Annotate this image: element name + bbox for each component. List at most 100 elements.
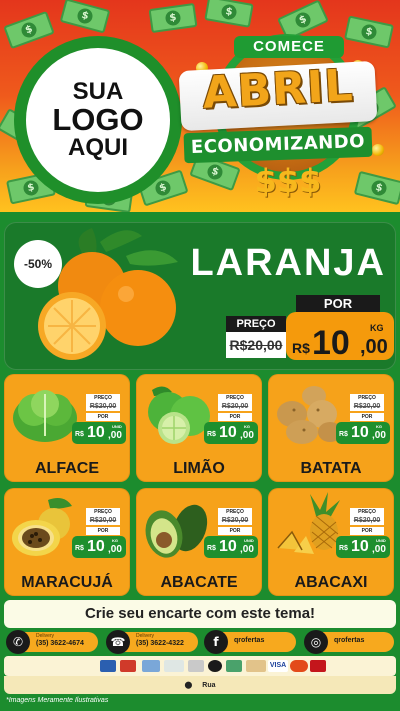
new-price: R$ 10 ,00 UNID bbox=[204, 536, 258, 558]
price-currency: R$ bbox=[75, 431, 84, 438]
contact-value: (35) 3622-4674 bbox=[36, 640, 84, 647]
price-cents: ,00 bbox=[360, 336, 388, 358]
address-bar: ⬤ Rua bbox=[4, 676, 396, 694]
badge-top-text: COMECE bbox=[234, 36, 344, 58]
whatsapp-icon: ✆ bbox=[6, 630, 30, 654]
logo-text-line3: AQUI bbox=[68, 133, 128, 161]
passion-fruit-icon bbox=[12, 498, 72, 556]
new-price: R$ 10 ,00 KG bbox=[72, 536, 126, 558]
price-cents: ,00 bbox=[240, 430, 254, 441]
product-name: ABACATE bbox=[160, 574, 238, 591]
ticket-icon bbox=[142, 660, 160, 672]
payment-methods: VISA bbox=[4, 656, 396, 676]
price-currency: R$ bbox=[292, 340, 310, 356]
contact-label: Delivery bbox=[136, 633, 155, 639]
money-bill-icon bbox=[3, 10, 55, 50]
price-main: 10 bbox=[351, 538, 369, 555]
product-name: ABACAXI bbox=[294, 574, 368, 591]
price-unit: KG bbox=[376, 424, 382, 429]
product-name: ALFACE bbox=[35, 460, 99, 477]
old-price: R$20,00 bbox=[226, 332, 286, 358]
hipercard-icon bbox=[310, 660, 326, 672]
price-unit: KG bbox=[370, 323, 384, 333]
product-card-limao: PREÇO R$20,00 POR R$ 10 ,00 KG LIMÃO bbox=[136, 374, 262, 482]
lime-icon bbox=[148, 386, 210, 444]
old-price-value: R$20,00 bbox=[86, 516, 120, 525]
product-name: BATATA bbox=[300, 460, 362, 477]
old-price-value: R$20,00 bbox=[229, 337, 283, 353]
product-card-batata: PREÇO R$20,00 POR R$ 10 ,00 KG BATATA bbox=[268, 374, 394, 482]
contact-value: (35) 3622-4322 bbox=[136, 640, 184, 647]
price-unit: UNID bbox=[376, 538, 386, 543]
visa-icon: VISA bbox=[268, 660, 288, 672]
phone-icon: ☎ bbox=[106, 630, 130, 654]
new-price-label: POR bbox=[296, 295, 380, 312]
alelo-icon bbox=[208, 660, 222, 672]
product-card-abacaxi: PREÇO R$20,00 POR R$ 10 ,00 UNID ABACAXI bbox=[268, 488, 394, 596]
badge-bottom-text: ECONOMIZANDO bbox=[183, 126, 373, 164]
old-price-label: PREÇO bbox=[86, 394, 120, 402]
price-currency: R$ bbox=[339, 545, 348, 552]
contact-whatsapp[interactable]: ✆ Delivery (35) 3622-4674 bbox=[6, 630, 98, 654]
pix-icon bbox=[164, 660, 184, 672]
new-price: R$ 10 ,00 KG bbox=[204, 422, 258, 444]
elo-icon bbox=[226, 660, 242, 672]
new-price-label: POR bbox=[86, 413, 120, 421]
facebook-icon: f bbox=[204, 630, 228, 654]
product-name: MARACUJÁ bbox=[21, 574, 113, 591]
card2-icon bbox=[188, 660, 204, 672]
new-price-label: POR bbox=[350, 527, 384, 535]
price-tag: PREÇO R$20,00 POR R$ 10 ,00 KG bbox=[204, 394, 258, 452]
promo-banner[interactable]: Crie seu encarte com este tema! bbox=[4, 600, 396, 628]
price-main: 10 bbox=[351, 424, 369, 441]
card3-icon bbox=[246, 660, 266, 672]
old-price-value: R$20,00 bbox=[218, 402, 252, 411]
badge-dollar-symbols: $$$ bbox=[254, 162, 322, 200]
contact-instagram[interactable]: ◎ qrofertas bbox=[304, 630, 394, 654]
map-pin-icon: ⬤ bbox=[184, 681, 193, 689]
price-unit: KG bbox=[244, 424, 250, 429]
product-card-abacate: PREÇO R$20,00 POR R$ 10 ,00 UNID ABACATE bbox=[136, 488, 262, 596]
old-price-value: R$20,00 bbox=[350, 402, 384, 411]
contact-value: qrofertas bbox=[234, 637, 265, 644]
old-price-label: PREÇO bbox=[86, 508, 120, 516]
price-cents: ,00 bbox=[240, 544, 254, 555]
new-price-label: POR bbox=[86, 527, 120, 535]
new-price-label: POR bbox=[350, 413, 384, 421]
campaign-badge: COMECE ABRIL ECONOMIZANDO $$$ bbox=[178, 14, 378, 204]
price-tag: PREÇO R$20,00 POR R$ 10 ,00 UNID bbox=[204, 508, 258, 566]
logo-text-line2: LOGO bbox=[52, 102, 144, 138]
new-price-label: POR bbox=[218, 527, 252, 535]
product-name: LIMÃO bbox=[173, 460, 225, 477]
price-currency: R$ bbox=[339, 431, 348, 438]
price-currency: R$ bbox=[207, 545, 216, 552]
price-cents: ,00 bbox=[372, 430, 386, 441]
price-cents: ,00 bbox=[108, 430, 122, 441]
featured-product-name: LARANJA bbox=[190, 242, 386, 284]
price-tag: PREÇO R$20,00 POR R$ 10 ,00 UNID bbox=[336, 508, 390, 566]
contact-value: qrofertas bbox=[334, 637, 365, 644]
price-cents: ,00 bbox=[108, 544, 122, 555]
logo-text-line1: SUA bbox=[72, 77, 124, 105]
old-price-label: PREÇO bbox=[218, 508, 252, 516]
new-price: R$ 10 ,00 KG bbox=[286, 312, 394, 362]
price-main: 10 bbox=[219, 538, 237, 555]
price-unit: UNID bbox=[112, 424, 122, 429]
new-price: R$ 10 ,00 KG bbox=[336, 422, 390, 444]
price-tag: PREÇO R$20,00 POR R$ 10 ,00 UNID bbox=[72, 394, 126, 452]
contact-phone[interactable]: ☎ Delivery (35) 3622-4322 bbox=[106, 630, 198, 654]
potato-icon bbox=[277, 386, 342, 444]
price-main: 10 bbox=[87, 538, 105, 555]
new-price: R$ 10 ,00 UNID bbox=[72, 422, 126, 444]
price-currency: R$ bbox=[75, 545, 84, 552]
old-price-label: PREÇO bbox=[226, 316, 286, 332]
old-price-value: R$20,00 bbox=[86, 402, 120, 411]
old-price-label: PREÇO bbox=[350, 394, 384, 402]
price-tag: PREÇO R$20,00 POR R$ 10 ,00 KG bbox=[336, 394, 390, 452]
price-tag: PREÇO R$20,00 POR R$ 10 ,00 KG bbox=[72, 508, 126, 566]
logo-placeholder-inner: SUA LOGO AQUI bbox=[26, 48, 170, 192]
price-unit: UNID bbox=[244, 538, 254, 543]
money-bill-icon bbox=[59, 0, 111, 34]
contact-facebook[interactable]: f qrofertas bbox=[204, 630, 296, 654]
header: SUA LOGO AQUI COMECE ABRIL ECONOMIZANDO … bbox=[0, 0, 400, 212]
